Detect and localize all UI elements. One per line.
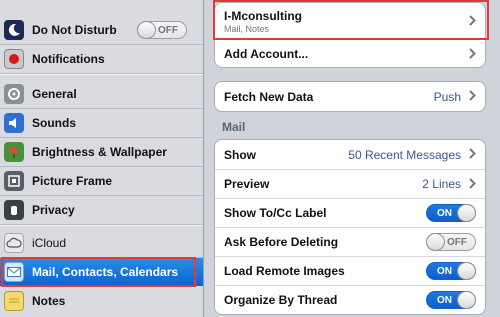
- mail-group: Show 50 Recent Messages Preview 2 Lines …: [214, 139, 486, 315]
- ask-before-deleting-toggle[interactable]: OFF: [426, 233, 476, 251]
- show-row[interactable]: Show 50 Recent Messages: [215, 140, 485, 169]
- settings-detail-pane: I-Mconsulting Mail, Notes Add Account...…: [204, 0, 500, 317]
- toggle-state-label: OFF: [158, 25, 178, 36]
- toggle-knob: [457, 291, 476, 309]
- fetch-value: Push: [433, 89, 461, 104]
- hand-icon: [4, 200, 24, 220]
- organize-by-thread-label: Organize By Thread: [224, 293, 338, 307]
- sidebar-item-picture-frame[interactable]: Picture Frame: [0, 167, 203, 195]
- toggle-state-label: ON: [437, 208, 452, 219]
- preview-label: Preview: [224, 177, 270, 191]
- moon-icon: [4, 20, 24, 40]
- settings-sidebar: Do Not Disturb OFF Notifications General…: [0, 0, 204, 317]
- notes-icon: [4, 291, 24, 311]
- sidebar-item-label: Picture Frame: [32, 174, 113, 188]
- chevron-right-icon: [469, 90, 476, 104]
- sidebar-item-do-not-disturb[interactable]: Do Not Disturb OFF: [0, 16, 203, 44]
- sidebar-item-label: Sounds: [32, 116, 76, 130]
- show-value: 50 Recent Messages: [348, 147, 461, 162]
- show-to-cc-row: Show To/Cc Label ON: [215, 198, 485, 227]
- load-remote-images-toggle[interactable]: ON: [426, 262, 476, 280]
- sidebar-item-icloud[interactable]: iCloud: [0, 229, 203, 257]
- sidebar-item-mail-contacts-calendars[interactable]: Mail, Contacts, Calendars: [0, 258, 203, 286]
- do-not-disturb-toggle[interactable]: OFF: [137, 21, 187, 39]
- add-account-label: Add Account...: [224, 46, 309, 61]
- sidebar-item-notes[interactable]: Notes: [0, 287, 203, 315]
- accounts-group: I-Mconsulting Mail, Notes Add Account...: [214, 2, 486, 68]
- chevron-right-icon: [469, 48, 476, 62]
- chevron-right-icon: [469, 178, 476, 192]
- sidebar-item-label: iCloud: [32, 236, 67, 250]
- sidebar-item-label: Notes: [32, 294, 66, 308]
- sidebar-item-label: Notifications: [32, 52, 105, 66]
- toggle-knob: [137, 21, 156, 39]
- toggle-knob: [426, 233, 445, 251]
- sidebar-item-label: General: [32, 87, 77, 101]
- gear-icon: [4, 84, 24, 104]
- load-remote-images-label: Load Remote Images: [224, 264, 345, 278]
- mail-icon: [4, 262, 24, 282]
- flower-icon: [4, 142, 24, 162]
- toggle-state-label: ON: [437, 266, 452, 277]
- fetch-group: Fetch New Data Push: [214, 81, 486, 112]
- show-to-cc-label: Show To/Cc Label: [224, 206, 327, 220]
- sidebar-item-label: Privacy: [32, 203, 75, 217]
- show-to-cc-toggle[interactable]: ON: [426, 204, 476, 222]
- sidebar-item-label: Do Not Disturb: [32, 23, 117, 37]
- sidebar-item-label: Mail, Contacts, Calendars: [32, 265, 179, 279]
- notifications-icon: [4, 49, 24, 69]
- fetch-new-data-row[interactable]: Fetch New Data Push: [215, 82, 485, 111]
- speaker-icon: [4, 113, 24, 133]
- account-row[interactable]: I-Mconsulting Mail, Notes: [215, 3, 485, 39]
- load-remote-images-row: Load Remote Images ON: [215, 256, 485, 285]
- account-name: I-Mconsulting: [224, 9, 302, 23]
- sidebar-item-sounds[interactable]: Sounds: [0, 109, 203, 137]
- sidebar-item-general[interactable]: General: [0, 80, 203, 108]
- sidebar-item-privacy[interactable]: Privacy: [0, 196, 203, 224]
- toggle-state-label: ON: [437, 295, 452, 306]
- organize-by-thread-toggle[interactable]: ON: [426, 291, 476, 309]
- add-account-row[interactable]: Add Account...: [215, 39, 485, 67]
- toggle-knob: [457, 262, 476, 280]
- show-label: Show: [224, 147, 256, 162]
- preview-value: 2 Lines: [422, 177, 461, 191]
- sidebar-item-label: Brightness & Wallpaper: [32, 145, 167, 159]
- picture-frame-icon: [4, 171, 24, 191]
- cloud-icon: [4, 233, 24, 253]
- toggle-knob: [457, 204, 476, 222]
- chevron-right-icon: [469, 15, 476, 29]
- ask-before-deleting-row: Ask Before Deleting OFF: [215, 227, 485, 256]
- sidebar-item-brightness-wallpaper[interactable]: Brightness & Wallpaper: [0, 138, 203, 166]
- toggle-state-label: OFF: [447, 237, 467, 248]
- account-services: Mail, Notes: [224, 24, 270, 34]
- preview-row[interactable]: Preview 2 Lines: [215, 169, 485, 198]
- organize-by-thread-row: Organize By Thread ON: [215, 285, 485, 314]
- sidebar-item-notifications[interactable]: Notifications: [0, 45, 203, 73]
- mail-section-title: Mail: [222, 120, 246, 134]
- ask-before-deleting-label: Ask Before Deleting: [224, 235, 339, 249]
- fetch-label: Fetch New Data: [224, 89, 314, 104]
- chevron-right-icon: [469, 148, 476, 162]
